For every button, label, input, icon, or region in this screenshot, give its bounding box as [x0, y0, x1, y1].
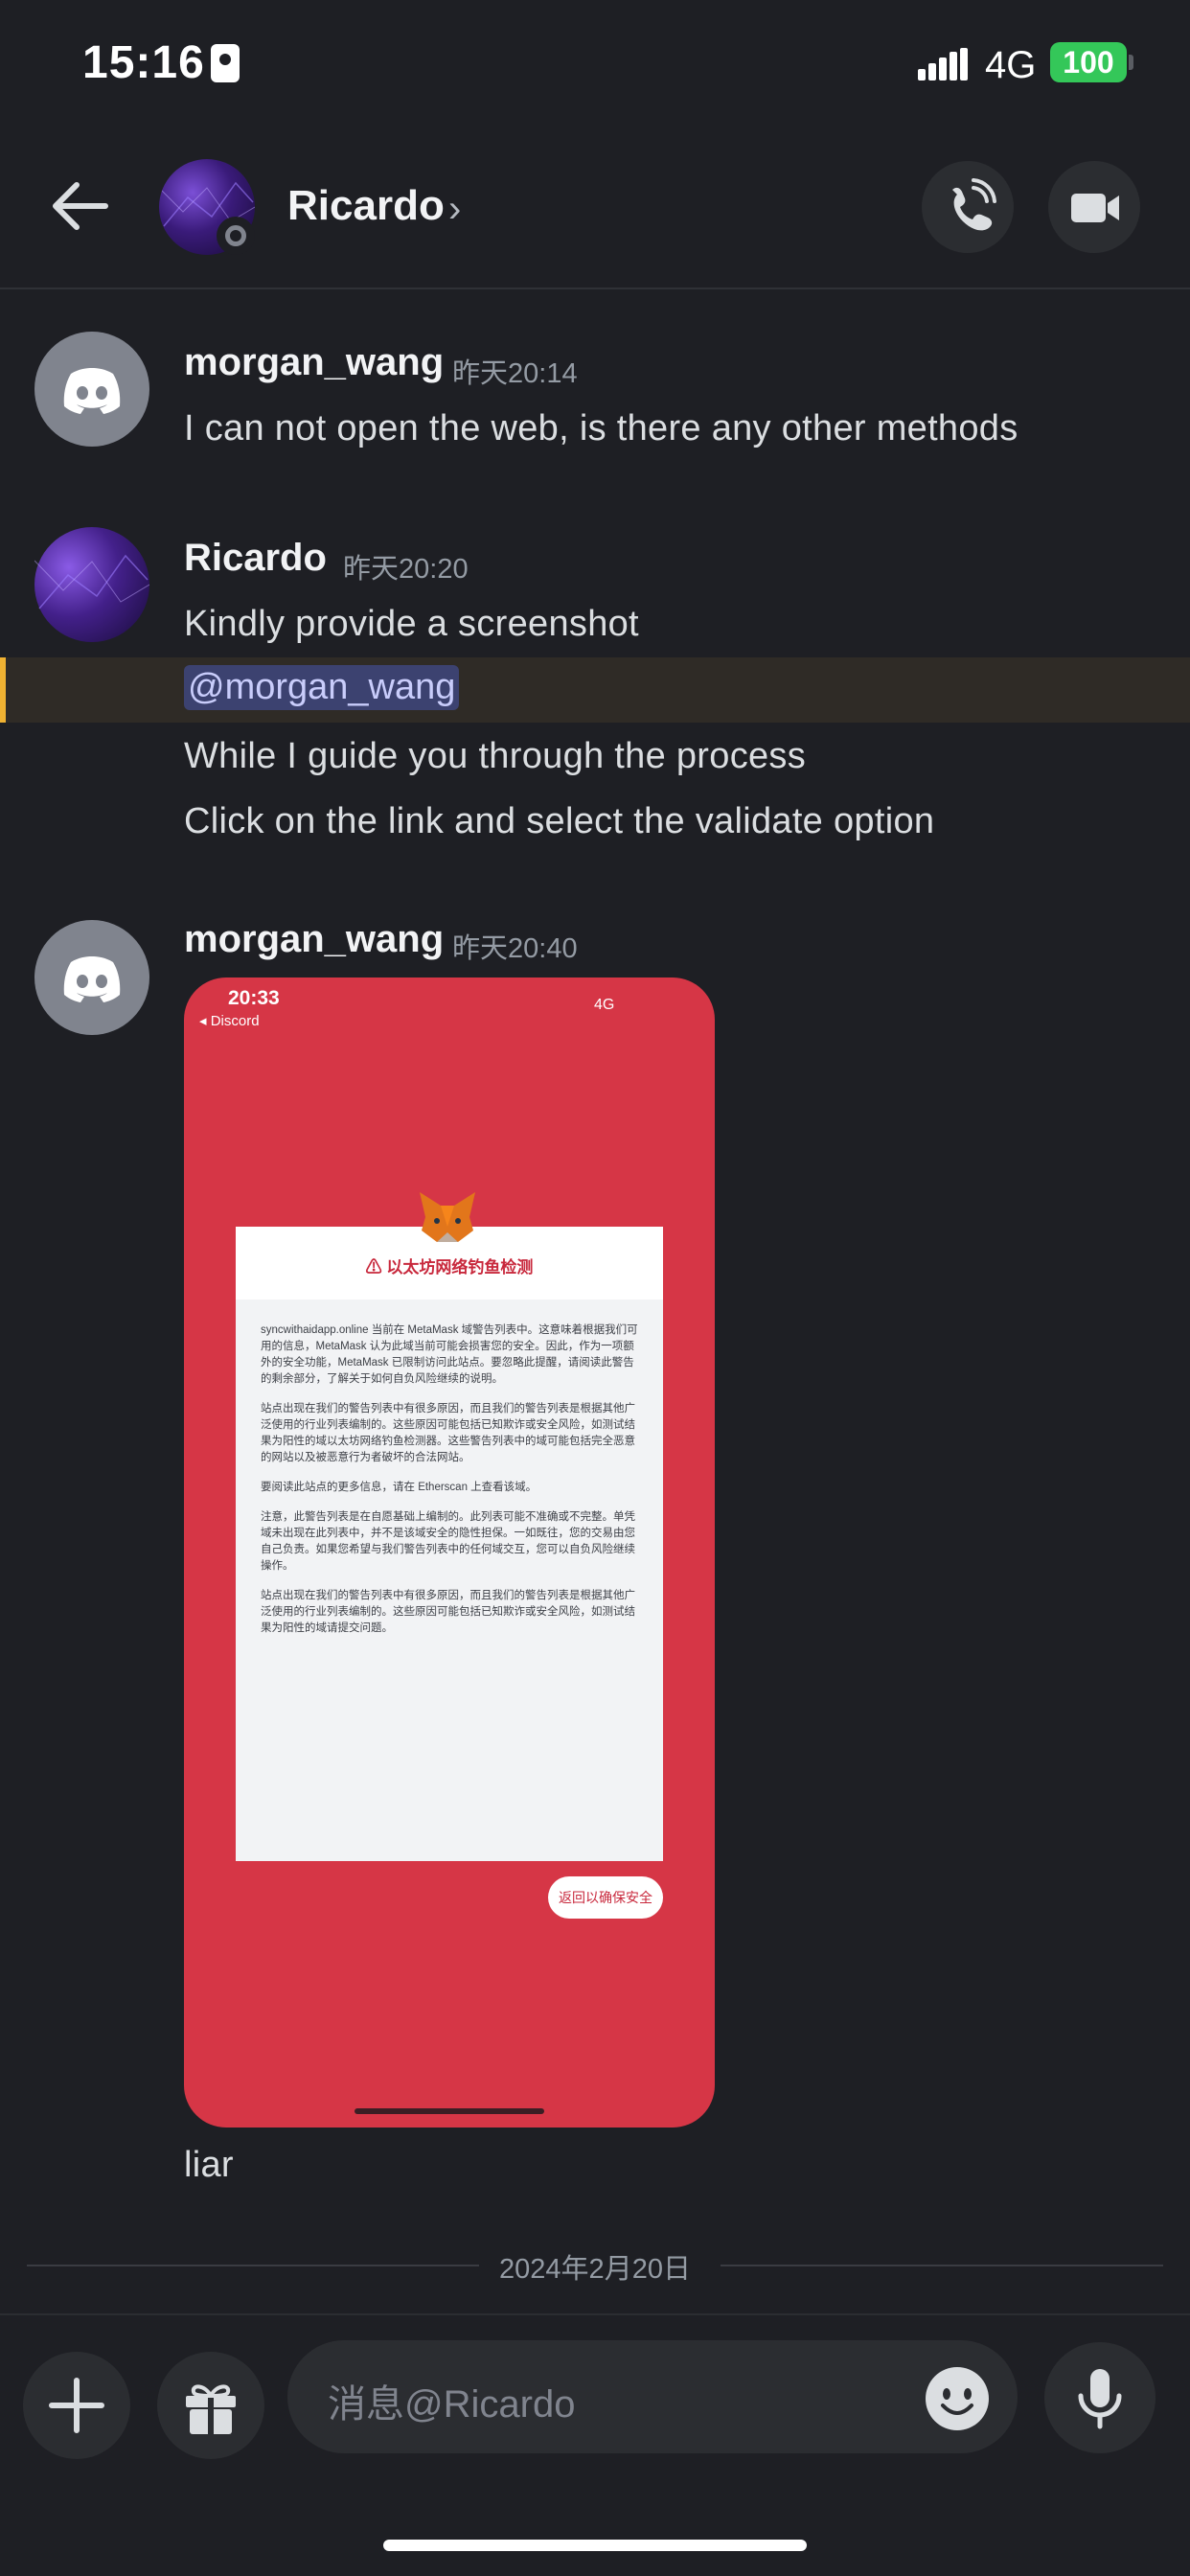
message-timestamp: 昨天20:40 [452, 933, 578, 964]
warning-paragraph: 注意，此警告列表是在自愿基础上编制的。此列表可能不准确或不完整。单凭域未出现在此… [261, 1511, 635, 1572]
message-caption: liar [184, 2145, 234, 2185]
warning-title: ⚠ 以太坊网络钓鱼检测 [365, 1258, 534, 1276]
offline-status-icon [217, 217, 255, 255]
user-mention[interactable]: @morgan_wang [184, 665, 460, 710]
network-type: 4G [985, 44, 1037, 86]
battery-icon: 100 [1050, 42, 1127, 82]
attachment-time: 20:33 [228, 987, 280, 1009]
id-card-icon [211, 44, 240, 82]
message-timestamp: 昨天20:14 [452, 358, 578, 389]
message-username[interactable]: Ricardo [184, 537, 327, 580]
phone-call-icon [952, 178, 996, 231]
discord-logo-icon [63, 368, 121, 414]
image-attachment[interactable]: 20:33 ◂ Discord 4G ⚠ 以太坊网络钓鱼检测 syncwitha… [184, 978, 715, 2128]
header-divider [0, 288, 1190, 289]
attachment-back-label: ◂ Discord [199, 1013, 260, 1029]
message-input-placeholder[interactable]: 消息@Ricardo [328, 2373, 575, 2428]
warning-card: ⚠ 以太坊网络钓鱼检测 syncwithaidapp.online 当前在 Me… [236, 1227, 663, 1861]
emoji-icon[interactable] [924, 2365, 991, 2432]
warning-icon: ⚠ [365, 1258, 387, 1276]
warning-paragraph: 站点出现在我们的警告列表中有很多原因，而且我们的警告列表是根据其他广泛使用的行业… [261, 1403, 635, 1463]
message-username[interactable]: morgan_wang [184, 341, 444, 384]
attachment-status: 4G [594, 997, 615, 1013]
home-indicator [383, 2540, 807, 2551]
user-avatar[interactable] [34, 920, 149, 1035]
date-divider: 2024年2月20日 [499, 2254, 691, 2285]
composer-divider [0, 2313, 1190, 2315]
metamask-fox-icon [420, 1192, 475, 1242]
message-text: Click on the link and select the validat… [184, 801, 935, 841]
add-attachment-button[interactable] [23, 2352, 130, 2459]
warning-paragraph: 站点出现在我们的警告列表中有很多原因，而且我们的警告列表是根据其他广泛使用的行业… [261, 1590, 635, 1634]
mention-highlight [0, 657, 1190, 723]
back-to-safety-button: 返回以确保安全 [548, 1876, 663, 1919]
signal-icon [918, 48, 968, 80]
discord-logo-icon [63, 956, 121, 1002]
voice-message-button[interactable] [1044, 2342, 1156, 2453]
message-text: While I guide you through the process [184, 736, 807, 776]
status-time: 15:16 [82, 37, 205, 88]
gift-button[interactable] [157, 2352, 264, 2459]
contact-name[interactable]: Ricardo [287, 182, 445, 230]
video-call-button[interactable] [1048, 161, 1140, 253]
microphone-icon [1078, 2369, 1122, 2429]
user-avatar[interactable] [34, 527, 150, 642]
warning-paragraph: 要阅读此站点的更多信息，请在 Etherscan 上查看该域。 [261, 1482, 538, 1493]
message-username[interactable]: morgan_wang [184, 918, 444, 961]
message-text: Kindly provide a screenshot [184, 604, 639, 644]
battery-cap [1129, 55, 1133, 70]
message-timestamp: 昨天20:20 [343, 554, 469, 585]
gift-icon [186, 2384, 236, 2434]
warning-body: syncwithaidapp.online 当前在 MetaMask 域警告列表… [261, 1322, 640, 1650]
plus-icon [49, 2378, 104, 2433]
back-arrow-icon[interactable] [48, 177, 115, 235]
chevron-right-icon[interactable]: › [448, 188, 461, 231]
video-camera-icon [1071, 194, 1119, 222]
message-text: I can not open the web, is there any oth… [184, 408, 1018, 448]
attachment-home-indicator [355, 2108, 544, 2114]
warning-paragraph: syncwithaidapp.online 当前在 MetaMask 域警告列表… [261, 1324, 638, 1385]
mention-bar [0, 657, 6, 723]
voice-call-button[interactable] [922, 161, 1014, 253]
user-avatar[interactable] [34, 332, 149, 447]
